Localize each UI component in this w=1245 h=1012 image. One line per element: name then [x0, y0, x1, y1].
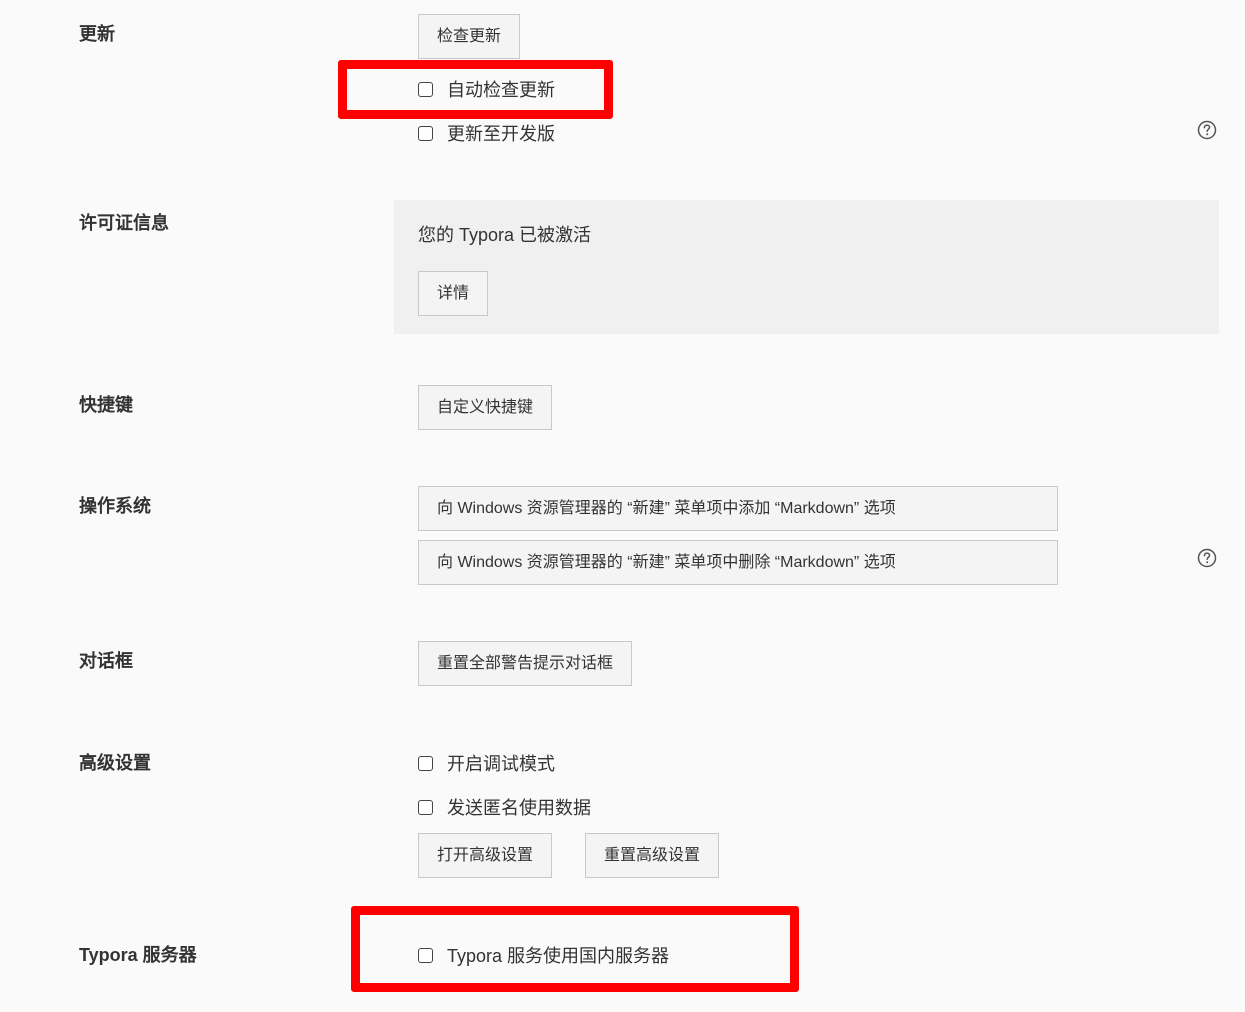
debug-mode-label: 开启调试模式 — [447, 754, 555, 774]
reset-advanced-settings-button[interactable]: 重置高级设置 — [585, 833, 720, 878]
section-label-dialogs: 对话框 — [79, 651, 133, 671]
question-circle-icon[interactable] — [1197, 548, 1217, 568]
checkbox-box[interactable] — [418, 125, 433, 141]
remove-markdown-menu-button[interactable]: 向 Windows 资源管理器的 “新建” 菜单项中删除 “Markdown” … — [418, 540, 1058, 585]
section-label-advanced: 高级设置 — [79, 753, 151, 773]
reset-dialogs-button[interactable]: 重置全部警告提示对话框 — [418, 641, 633, 686]
section-label-update: 更新 — [79, 24, 115, 44]
add-markdown-menu-button[interactable]: 向 Windows 资源管理器的 “新建” 菜单项中添加 “Markdown” … — [418, 486, 1058, 531]
section-label-os: 操作系统 — [79, 496, 151, 516]
checkbox-box[interactable] — [418, 799, 433, 815]
license-status-text: 您的 Typora 已被激活 — [418, 225, 592, 245]
highlight-box-domestic-server — [351, 906, 799, 992]
send-usage-label: 发送匿名使用数据 — [447, 798, 591, 818]
section-label-shortcuts: 快捷键 — [79, 395, 133, 415]
send-usage-checkbox[interactable]: 发送匿名使用数据 — [418, 794, 591, 820]
question-circle-icon[interactable] — [1197, 120, 1217, 140]
dev-channel-label: 更新至开发版 — [447, 124, 555, 144]
highlight-box-auto-update — [338, 60, 613, 119]
section-label-license: 许可证信息 — [79, 213, 169, 233]
section-label-server: Typora 服务器 — [79, 945, 197, 965]
license-details-button[interactable]: 详情 — [418, 271, 489, 316]
check-update-button[interactable]: 检查更新 — [418, 14, 521, 59]
custom-shortcuts-button[interactable]: 自定义快捷键 — [418, 385, 553, 430]
open-advanced-settings-button[interactable]: 打开高级设置 — [418, 833, 553, 878]
debug-mode-checkbox[interactable]: 开启调试模式 — [418, 750, 555, 776]
checkbox-box[interactable] — [418, 755, 433, 771]
dev-channel-checkbox[interactable]: 更新至开发版 — [418, 120, 555, 146]
